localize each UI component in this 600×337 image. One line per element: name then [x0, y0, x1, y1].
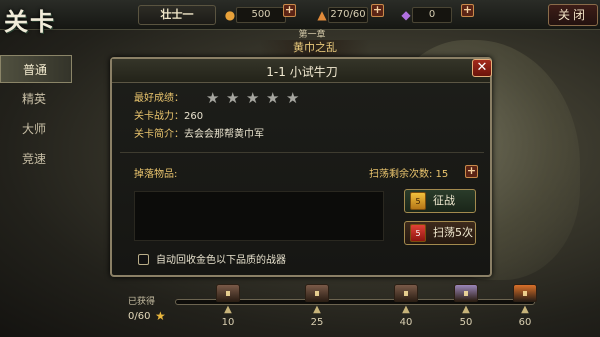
milestone-value: 10 — [221, 317, 235, 328]
obtained-label: 已获得 — [128, 297, 156, 307]
milestone-marker-icon: ▲ — [313, 304, 321, 315]
reward-chest-icon[interactable] — [513, 284, 537, 302]
intro-row: 关卡简介：去会会那帮黄巾军 — [134, 127, 264, 143]
milestone-marker-icon: ▲ — [402, 304, 410, 315]
sweep-five-label: 扫荡5次 — [433, 226, 473, 239]
battle-button[interactable]: 5 征战 — [404, 189, 476, 213]
stamina-value: 270/60 — [328, 7, 368, 23]
reward-chest-icon[interactable] — [305, 284, 329, 302]
battle-label: 征战 — [433, 194, 455, 207]
power-label: 关卡战力： — [134, 111, 184, 122]
best-score-label: 最好成绩： — [134, 93, 184, 104]
best-score-row: 最好成绩： ★ ★ ★ ★ ★ — [134, 90, 299, 107]
gem-value: 0 — [412, 7, 452, 23]
tab-elite[interactable]: 精英 — [0, 85, 72, 113]
add-gems-button[interactable]: + — [461, 4, 474, 17]
dialog-header: 1-1 小试牛刀 — [112, 59, 490, 83]
star-rating: ★ ★ ★ ★ ★ — [206, 90, 306, 106]
intro-value: 去会会那帮黄巾军 — [184, 129, 264, 140]
player-name: 壮士一 — [138, 5, 216, 25]
power-row: 关卡战力：260 — [134, 109, 203, 125]
tab-speedrun[interactable]: 竞速 — [0, 145, 72, 173]
milestone-marker-icon: ▲ — [224, 304, 232, 315]
auto-recycle-checkbox[interactable] — [138, 254, 149, 265]
add-gold-button[interactable]: + — [283, 4, 296, 17]
reward-chest-icon[interactable] — [454, 284, 478, 302]
sweep-token-icon: 5 — [410, 224, 426, 242]
page-title: 关卡 — [4, 7, 56, 36]
stage-dialog: 1-1 小试牛刀 ✕ 最好成绩： ★ ★ ★ ★ ★ 关卡战力：260 关卡简介：去会会… — [110, 57, 492, 277]
star-icon: ★ — [226, 89, 240, 107]
milestone-value: 60 — [518, 317, 532, 328]
milestone-value: 50 — [459, 317, 473, 328]
star-icon: ★ — [286, 89, 300, 107]
star-icon: ★ — [206, 89, 220, 107]
sweep-five-button[interactable]: 5 扫荡5次 — [404, 221, 476, 245]
difficulty-tabs: 普通 精英 大师 竞速 — [0, 55, 78, 175]
milestone-marker-icon: ▲ — [462, 304, 470, 315]
auto-recycle-label: 自动回收金色以下品质的战器 — [156, 255, 286, 266]
milestone-value: 25 — [310, 317, 324, 328]
chapter-title: 黄巾之乱 — [260, 40, 370, 56]
drop-items-area — [134, 191, 384, 241]
star-icon: ★ — [155, 309, 166, 323]
close-button[interactable]: 关闭 — [548, 4, 598, 26]
star-icon: ★ — [246, 89, 260, 107]
chapter-number: 第一章 — [298, 30, 326, 40]
add-stamina-button[interactable]: + — [371, 4, 384, 17]
dialog-title: 1-1 小试牛刀 — [266, 65, 338, 79]
star-icon: ★ — [266, 89, 280, 107]
reward-chest-icon[interactable] — [394, 284, 418, 302]
milestone-value: 40 — [399, 317, 413, 328]
gold-value: 500 — [236, 7, 286, 23]
intro-label: 关卡简介： — [134, 129, 184, 140]
sweep-remaining-label: 扫荡剩余次数: 15 — [369, 169, 449, 180]
dialog-close-button[interactable]: ✕ — [472, 59, 492, 77]
drop-items-label: 掉落物品: — [134, 169, 178, 180]
add-sweep-button[interactable]: + — [465, 165, 478, 178]
power-value: 260 — [184, 111, 204, 122]
obtained-count: 0/60 — [128, 311, 151, 322]
reward-chest-icon[interactable] — [216, 284, 240, 302]
tab-master[interactable]: 大师 — [0, 115, 72, 143]
gem-resource: ◆ 0 — [398, 5, 468, 25]
milestone-marker-icon: ▲ — [521, 304, 529, 315]
battle-token-icon: 5 — [410, 192, 426, 210]
tab-normal[interactable]: 普通 — [0, 55, 72, 83]
divider — [120, 152, 484, 153]
